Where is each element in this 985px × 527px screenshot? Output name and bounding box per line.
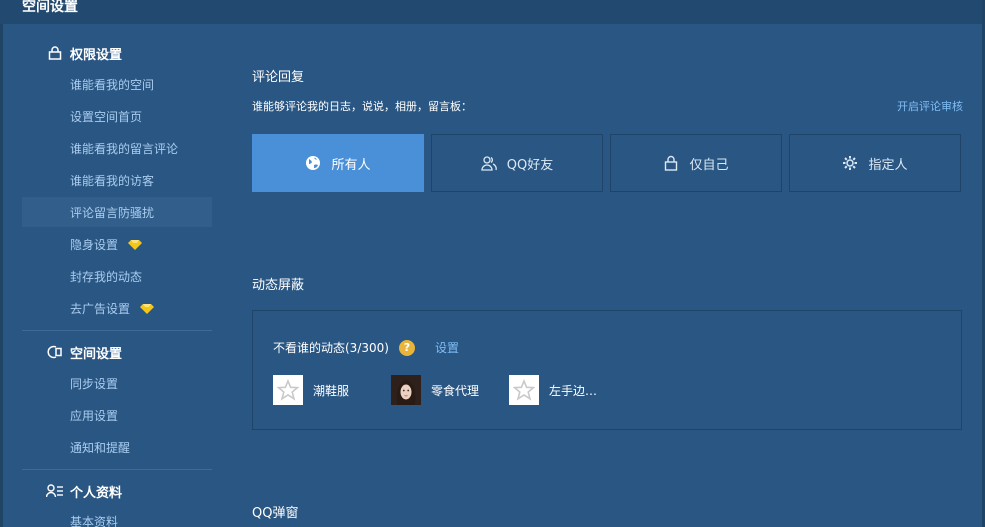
sidebar-item-label: 基本资料: [70, 514, 119, 527]
help-icon[interactable]: ?: [398, 339, 415, 356]
sidebar-item-label: 谁能看我的留言评论: [70, 141, 179, 156]
sidebar-divider: [22, 330, 212, 331]
sidebar-item-apps[interactable]: 应用设置: [22, 400, 212, 430]
sidebar-item-label: 应用设置: [70, 408, 119, 423]
sidebar-divider: [22, 469, 212, 470]
option-label: QQ好友: [506, 157, 554, 173]
sidebar-item-who-can-see-space[interactable]: 谁能看我的空间: [22, 69, 212, 99]
sidebar-item-label: 同步设置: [70, 376, 119, 391]
sidebar-item-who-can-see-visitors[interactable]: 谁能看我的访客: [22, 165, 212, 195]
lock-icon: [663, 155, 679, 171]
blocked-user-name: 零食代理: [431, 383, 480, 398]
default-star-avatar-icon: [273, 375, 303, 405]
blocked-user[interactable]: 潮鞋服: [273, 375, 349, 405]
blocked-user[interactable]: 零食代理: [391, 375, 479, 405]
sidebar-item-label: 通知和提醒: [70, 440, 131, 455]
blocked-user-name: 左手边…: [549, 383, 598, 398]
friends-icon: [481, 155, 497, 171]
feed-block-panel: 不看谁的动态(3/300) ? 设置 潮鞋服 零食代理 左手边…: [252, 310, 962, 430]
blocked-user[interactable]: 左手边…: [509, 375, 597, 405]
sidebar-item-label: 去广告设置: [70, 301, 131, 316]
option-everyone[interactable]: 所有人: [252, 134, 424, 192]
sidebar-item-anti-harassment[interactable]: 评论留言防骚扰: [22, 197, 212, 227]
photo-avatar: [391, 375, 421, 405]
sidebar-item-label: 谁能看我的访客: [70, 173, 155, 188]
comment-reply-description: 谁能够评论我的日志，说说，相册，留言板：: [252, 100, 472, 113]
sidebar-item-space-homepage[interactable]: 设置空间首页: [22, 101, 212, 131]
sidebar-section-profile[interactable]: 个人资料: [22, 475, 212, 507]
sidebar-item-label: 谁能看我的空间: [70, 77, 155, 92]
qq-popup-title: QQ弹窗: [252, 506, 299, 521]
sidebar-section-title: 个人资料: [70, 485, 123, 501]
diamond-icon: [140, 303, 155, 314]
option-label: 指定人: [868, 157, 908, 173]
sidebar-section-permissions[interactable]: 权限设置: [22, 37, 212, 69]
sidebar-item-remove-ads[interactable]: 去广告设置: [22, 293, 212, 323]
feed-block-settings-link[interactable]: 设置: [435, 339, 459, 356]
option-specified[interactable]: 指定人: [789, 134, 961, 192]
profile-icon: [46, 483, 64, 499]
top-bar: 空间设置: [0, 0, 985, 24]
default-star-avatar-icon: [509, 375, 539, 405]
sidebar-item-label: 设置空间首页: [70, 109, 143, 124]
sidebar-item-sync[interactable]: 同步设置: [22, 368, 212, 398]
gear-icon: [842, 155, 858, 171]
sidebar-item-basic-info[interactable]: 基本资料: [22, 506, 212, 527]
feed-block-title: 动态屏蔽: [252, 278, 305, 293]
sidebar-item-label: 隐身设置: [70, 237, 119, 252]
diamond-icon: [128, 239, 143, 250]
sidebar-item-invisible[interactable]: 隐身设置: [22, 229, 212, 259]
feed-block-header: 不看谁的动态(3/300) ? 设置: [273, 339, 459, 356]
blocked-user-name: 潮鞋服: [313, 383, 350, 398]
lock-icon: [46, 45, 64, 61]
option-label: 仅自己: [689, 157, 729, 173]
sidebar-item-label: 封存我的动态: [70, 269, 143, 284]
globe-icon: [305, 155, 321, 171]
option-qq-friends[interactable]: QQ好友: [431, 134, 603, 192]
sidebar-section-title: 空间设置: [70, 346, 123, 362]
option-only-me[interactable]: 仅自己: [610, 134, 782, 192]
option-label: 所有人: [331, 157, 371, 173]
feed-block-label: 不看谁的动态(3/300): [273, 341, 389, 355]
sidebar-item-archive-feed[interactable]: 封存我的动态: [22, 261, 212, 291]
comment-reply-title: 评论回复: [252, 70, 305, 85]
page-title: 空间设置: [22, 0, 78, 15]
enable-comment-audit-link[interactable]: 开启评论审核: [897, 98, 963, 114]
sidebar-item-who-can-see-comments[interactable]: 谁能看我的留言评论: [22, 133, 212, 163]
left-edge: [0, 24, 3, 527]
sidebar-section-space-settings[interactable]: 空间设置: [22, 336, 212, 368]
sidebar-section-title: 权限设置: [70, 47, 123, 63]
sidebar: 权限设置 谁能看我的空间 设置空间首页 谁能看我的留言评论 谁能看我的访客 评论…: [22, 24, 212, 527]
sidebar-item-label: 评论留言防骚扰: [70, 205, 155, 220]
sidebar-item-notifications[interactable]: 通知和提醒: [22, 432, 212, 462]
space-settings-icon: [46, 344, 64, 360]
